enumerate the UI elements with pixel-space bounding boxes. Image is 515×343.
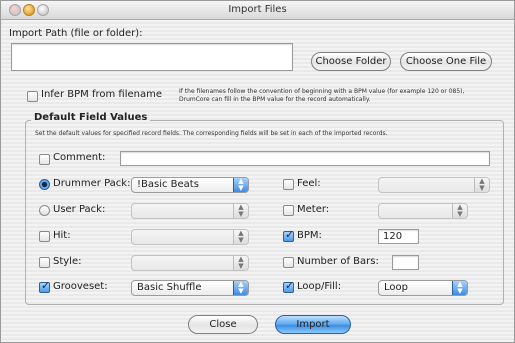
drummer-pack-popup[interactable]: !Basic Beats ▲ ▼ — [131, 177, 249, 193]
feel-popup[interactable]: ▲ ▼ — [378, 177, 490, 193]
import-files-window: Import Files Import Path (file or folder… — [0, 0, 515, 343]
checkmark-icon: ✓ — [285, 228, 295, 241]
loop-fill-label: Loop/Fill: — [297, 281, 342, 292]
user-pack-label: User Pack: — [53, 204, 106, 215]
popup-arrows-icon: ▲ ▼ — [452, 281, 467, 295]
grooveset-popup[interactable]: Basic Shuffle ▲ ▼ — [131, 280, 249, 296]
popup-arrows-icon: ▲ ▼ — [233, 281, 248, 295]
window-title: Import Files — [228, 4, 287, 15]
popup-arrows-icon: ▲ ▼ — [233, 178, 248, 192]
style-popup[interactable]: ▲ ▼ — [131, 255, 249, 271]
popup-arrows-icon: ▲ ▼ — [233, 230, 248, 244]
meter-popup[interactable]: ▲ ▼ — [378, 203, 468, 219]
popup-arrows-icon: ▲ ▼ — [233, 204, 248, 218]
default-values-description: Set the default values for specified rec… — [35, 130, 388, 137]
number-of-bars-label: Number of Bars: — [297, 256, 379, 267]
number-of-bars-field[interactable] — [392, 255, 419, 270]
import-button[interactable]: Import — [275, 315, 351, 334]
loop-fill-popup[interactable]: Loop ▲ ▼ — [378, 280, 468, 296]
style-checkbox[interactable] — [39, 257, 50, 268]
user-pack-popup[interactable]: ▲ ▼ — [131, 203, 249, 219]
hit-checkbox[interactable] — [39, 231, 50, 242]
close-button[interactable]: Close — [188, 315, 258, 334]
grooveset-checkbox[interactable]: ✓ — [39, 279, 51, 293]
default-field-values-title: Default Field Values — [31, 112, 151, 123]
bpm-field[interactable]: 120 — [378, 229, 419, 244]
import-path-label: Import Path (file or folder): — [9, 28, 143, 39]
popup-arrows-icon: ▲ ▼ — [474, 178, 489, 192]
comment-checkbox[interactable] — [39, 154, 50, 165]
hit-label: Hit: — [53, 230, 71, 241]
style-label: Style: — [53, 256, 82, 267]
popup-arrows-icon: ▲ ▼ — [233, 256, 248, 270]
comment-label: Comment: — [53, 152, 106, 163]
loop-fill-value: Loop — [384, 282, 408, 293]
bpm-checkbox[interactable]: ✓ — [283, 228, 295, 242]
bpm-label: BPM: — [297, 230, 322, 241]
checkmark-icon: ✓ — [41, 279, 51, 292]
feel-label: Feel: — [297, 178, 321, 189]
loop-fill-checkbox[interactable]: ✓ — [283, 279, 295, 293]
number-of-bars-checkbox[interactable] — [283, 257, 294, 268]
popup-arrows-icon: ▲ ▼ — [452, 204, 467, 218]
hit-popup[interactable]: ▲ ▼ — [131, 229, 249, 245]
feel-checkbox[interactable] — [283, 179, 294, 190]
grooveset-label: Grooveset: — [53, 281, 108, 292]
infer-bpm-help-line1: If the filenames follow the convention o… — [179, 88, 465, 95]
infer-bpm-label: Infer BPM from filename — [41, 89, 162, 100]
title-bar: Import Files — [1, 1, 514, 20]
meter-label: Meter: — [297, 204, 330, 215]
infer-bpm-help-line2: DrumCore can fill in the BPM value for t… — [179, 96, 371, 103]
drummer-pack-label: Drummer Pack: — [53, 178, 131, 189]
meter-checkbox[interactable] — [283, 205, 294, 216]
choose-folder-button[interactable]: Choose Folder — [311, 52, 391, 71]
drummer-pack-value: !Basic Beats — [137, 179, 199, 190]
choose-one-file-button[interactable]: Choose One File — [400, 52, 492, 71]
drummer-pack-radio[interactable] — [39, 179, 50, 190]
grooveset-value: Basic Shuffle — [137, 282, 202, 293]
import-path-field[interactable] — [11, 43, 293, 71]
infer-bpm-checkbox[interactable] — [27, 91, 38, 102]
comment-field[interactable] — [120, 151, 490, 166]
checkmark-icon: ✓ — [285, 279, 295, 292]
user-pack-radio[interactable] — [39, 205, 50, 216]
